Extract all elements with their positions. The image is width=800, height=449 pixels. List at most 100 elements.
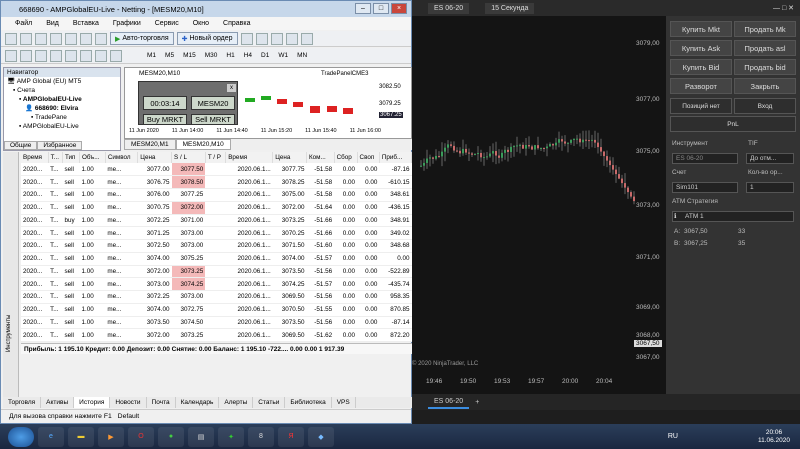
column-header[interactable]: Цена [137,152,173,163]
text-icon[interactable] [95,49,107,62]
trendline-icon[interactable] [65,49,77,62]
tf-m15[interactable]: M15 [180,52,199,59]
tab-calendar[interactable]: Календарь [176,397,220,408]
nav-item-broker[interactable]: 🖥 AMP Global (EU) MT5 [4,77,120,86]
tif-select[interactable]: До отм... [746,153,794,164]
nt-chart[interactable]: 3079,00 3077,00 3075,00 3073,00 3071,00 … [412,16,666,394]
table-row[interactable]: 2020... T... sell 1.00 me... 3076.75 3078.50 20… [21,175,412,189]
menu-view[interactable]: Вид [46,20,59,27]
tab-library[interactable]: Библиотека [285,397,332,408]
info-icon[interactable]: ℹ [674,212,676,220]
instrument-select[interactable]: ES 06-20 [672,153,738,164]
language-indicator[interactable]: RU [668,433,678,440]
taskbar-media-icon[interactable]: ▶ [98,426,124,447]
column-header[interactable]: Своп [357,152,380,163]
table-row[interactable]: 2020... T... sell 1.00 me... 3073.00 3074.25 20… [21,277,412,291]
menu-help[interactable]: Справка [223,20,250,27]
buy-market-button[interactable]: Buy MRKT [143,114,187,125]
tab-assets[interactable]: Активы [41,397,75,408]
column-header[interactable]: Сбор [334,152,358,163]
nt-tab-es[interactable]: ES 06-20 [428,396,470,409]
clock[interactable]: 20:06 11.06.2020 [758,429,790,445]
tf-m30[interactable]: M30 [202,52,221,59]
table-row[interactable]: 2020... T... sell 1.00 me... 3072.00 3073.25 20… [21,328,412,342]
taskbar-yandex-icon[interactable]: Я [278,426,304,447]
menu-insert[interactable]: Вставка [73,20,99,27]
tab-vps[interactable]: VPS [332,397,356,408]
nav-tab-favorites[interactable]: Избранное [37,141,83,150]
taskbar-ninjatrader-icon[interactable]: 8 [248,426,274,447]
taskbar-folder-icon[interactable]: ▬ [68,426,94,447]
table-row[interactable]: 2020... T... sell 1.00 me... 3074.00 3072.75 20… [21,303,412,317]
table-row[interactable]: 2020... T... sell 1.00 me... 3073.50 3074.50 20… [21,316,412,330]
zoom-out-icon[interactable] [300,32,313,45]
sell-market-button[interactable]: Sell MRKT [191,114,235,125]
table-row[interactable]: 2020... T... sell 1.00 me... 3074.00 3075.25 20… [21,252,412,266]
editor-icon[interactable] [95,32,107,45]
table-row[interactable]: 2020... T... sell 1.00 me... 3077.00 3077.50 20… [21,163,412,177]
cursor-icon[interactable] [5,49,17,62]
column-header[interactable]: Приб... [379,152,413,163]
chart-tab-m10[interactable]: MESM20,M10 [175,139,231,150]
market-watch-icon[interactable] [35,32,47,45]
maximize-button[interactable]: □ [373,3,389,14]
taskbar-ie-icon[interactable]: e [38,426,64,447]
table-row[interactable]: 2020... T... sell 1.00 me... 3072.25 3073.00 20… [21,290,412,304]
tf-h1[interactable]: H1 [223,52,237,59]
atm-select[interactable]: ATM 1 [672,211,794,222]
reverse-button[interactable]: Разворот [670,78,732,94]
profiles-icon[interactable] [20,32,32,45]
tab-alerts[interactable]: Алерты [219,397,254,408]
candle-chart-icon[interactable] [255,32,268,45]
navigator-icon[interactable] [50,32,62,45]
column-header[interactable]: Объ... [79,152,106,163]
column-header[interactable]: Время [21,152,49,163]
sell-bid-button[interactable]: Продать bid [734,59,796,75]
nav-item-account[interactable]: 👤 668690: Elvira [4,104,120,113]
table-row[interactable]: 2020... T... sell 1.00 me... 3072.00 3073.25 20… [21,265,412,279]
zoom-in-icon[interactable] [285,32,298,45]
taskbar-mt5-icon[interactable]: ✦ [218,426,244,447]
tf-d1[interactable]: D1 [258,52,272,59]
column-header[interactable]: Время [225,152,274,163]
table-row[interactable]: 2020... T... sell 1.00 me... 3076.00 3077.25 20… [21,188,412,202]
tab-news[interactable]: Новости [110,397,147,408]
column-header[interactable]: T / P [205,152,227,163]
menu-tools[interactable]: Сервис [155,20,179,27]
buy-bid-button[interactable]: Купить Bid [670,59,732,75]
tf-h4[interactable]: H4 [241,52,255,59]
table-row[interactable]: 2020... T... sell 1.00 me... 3071.25 3073.00 20… [21,226,412,240]
account-select[interactable]: Sim101 [672,182,738,193]
column-header[interactable]: Т... [48,152,63,163]
tf-m1[interactable]: M1 [144,52,159,59]
table-row[interactable]: 2020... T... sell 1.00 me... 3070.75 3072.00 20… [21,201,412,215]
column-header[interactable]: S / L [171,152,206,163]
table-row[interactable]: 2020... T... sell 1.00 me... 3072.50 3073.00 20… [21,239,412,253]
tab-trade[interactable]: Торговля [3,397,42,408]
close-panel-icon[interactable]: x [227,84,236,92]
nt-interval-selector[interactable]: 15 Секунда [485,2,535,14]
taskbar-notes-icon[interactable]: ▤ [188,426,214,447]
nav-item-accounts[interactable]: ▪ Счета [4,86,120,95]
column-header[interactable]: Цена [272,152,308,163]
sell-mkt-button[interactable]: Продать Mk [734,21,796,37]
nt-window-controls[interactable]: — □ ✕ [773,4,794,12]
add-tab-icon[interactable]: + [475,399,479,406]
new-order-button[interactable]: ✚ Новый ордер [176,32,238,45]
tab-articles[interactable]: Статьи [253,397,286,408]
quantity-stepper[interactable]: 1 [746,182,794,193]
terminal-icon[interactable] [65,32,77,45]
table-row[interactable]: 2020... T... buy 1.00 me... 3072.25 3071.00 202… [21,214,412,228]
nav-item-server[interactable]: ▪ AMPGlobalEU-Live [4,95,120,104]
close-button[interactable]: × [391,3,407,14]
auto-trading-button[interactable]: ▶ Авто-торговля [110,32,174,45]
tf-mn[interactable]: MN [294,52,310,59]
vertical-line-icon[interactable] [35,49,47,62]
close-position-button[interactable]: Закрыть [734,78,796,94]
sell-ask-button[interactable]: Продать asl [734,40,796,56]
column-header[interactable]: Тип [62,152,80,163]
nav-tab-common[interactable]: Общие [4,141,38,150]
tester-icon[interactable] [80,32,92,45]
channel-icon[interactable] [80,49,92,62]
buy-ask-button[interactable]: Купить Ask [670,40,732,56]
